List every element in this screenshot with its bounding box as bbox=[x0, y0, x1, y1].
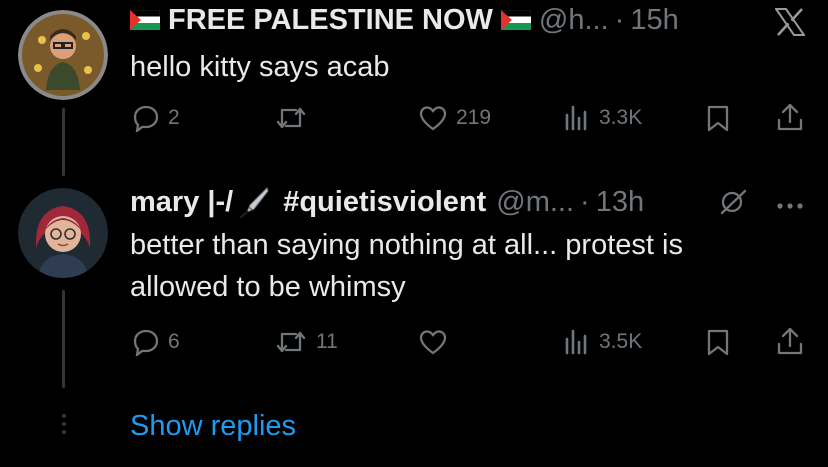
x-logo-icon[interactable] bbox=[774, 8, 806, 41]
repost-icon bbox=[276, 331, 306, 353]
tweet1-text: hello kitty says acab bbox=[130, 51, 390, 83]
pen-icon bbox=[239, 187, 269, 219]
tweet2-handle[interactable]: @m... bbox=[496, 184, 574, 220]
tweet1-separator: · bbox=[614, 4, 625, 36]
avatar-tweet1[interactable] bbox=[18, 10, 108, 100]
tweet1-like-button[interactable]: 219 bbox=[418, 104, 491, 132]
share-icon bbox=[777, 103, 803, 131]
views-icon bbox=[565, 105, 587, 131]
tweet2-separator: · bbox=[580, 186, 590, 218]
tweet1-time[interactable]: 15h bbox=[630, 2, 678, 38]
tweet2-share-button[interactable] bbox=[776, 326, 804, 361]
tweet1-handle[interactable]: @h... bbox=[539, 2, 609, 38]
like-icon bbox=[419, 106, 447, 131]
thread-line-bottom bbox=[62, 290, 65, 388]
tweet1-like-count: 219 bbox=[456, 106, 492, 129]
avatar-tweet2[interactable] bbox=[18, 188, 108, 278]
tweet1-view-count: 3.3K bbox=[599, 106, 643, 129]
grok-icon[interactable] bbox=[718, 188, 748, 221]
tweet1-reply-button[interactable]: 2 bbox=[132, 104, 180, 132]
tweet1-reply-count: 2 bbox=[168, 106, 180, 129]
tweet2-repost-count: 11 bbox=[316, 330, 338, 353]
tweet2-view-count: 3.5K bbox=[599, 330, 643, 353]
repost-icon bbox=[276, 107, 306, 129]
tweet1-share-button[interactable] bbox=[776, 102, 804, 137]
palestine-flag-icon bbox=[130, 10, 160, 30]
tweet1-views-button[interactable]: 3.3K bbox=[563, 104, 642, 132]
tweet1-bookmark-button[interactable] bbox=[706, 104, 730, 137]
tweet2-views-button[interactable]: 3.5K bbox=[563, 328, 642, 356]
tweet2-display-name[interactable]: mary |-/ bbox=[130, 184, 233, 220]
tweet1-header: FREE PALESTINE NOW @h... · 15h bbox=[130, 2, 679, 38]
more-replies-dots-icon bbox=[62, 414, 66, 438]
like-icon bbox=[419, 330, 447, 355]
tweet1-display-name[interactable]: FREE PALESTINE NOW bbox=[168, 2, 493, 38]
tweet2-bookmark-button[interactable] bbox=[706, 328, 730, 361]
tweet1-repost-button[interactable] bbox=[274, 104, 316, 132]
tweet2-time[interactable]: 13h bbox=[596, 184, 644, 220]
tweet2-reply-count: 6 bbox=[168, 330, 180, 353]
tweet2-reply-button[interactable]: 6 bbox=[132, 328, 180, 356]
tweet2-repost-button[interactable]: 11 bbox=[274, 328, 338, 356]
more-icon[interactable] bbox=[775, 198, 805, 216]
reply-icon bbox=[133, 329, 159, 356]
show-replies-link[interactable]: Show replies bbox=[130, 410, 296, 443]
tweet2-display-name-tag[interactable]: #quietisviolent bbox=[283, 184, 486, 220]
bookmark-icon bbox=[707, 105, 729, 132]
reply-icon bbox=[133, 105, 159, 132]
palestine-flag-icon bbox=[500, 10, 531, 30]
tweet2-text: better than saying nothing at all... pro… bbox=[130, 229, 683, 303]
bookmark-icon bbox=[707, 329, 729, 356]
tweet2-like-button[interactable] bbox=[418, 328, 456, 356]
share-icon bbox=[777, 327, 803, 355]
thread-line-top bbox=[62, 108, 65, 176]
tweet2-header: mary |-/ #quietisviolent @m... · 13h bbox=[130, 184, 644, 220]
views-icon bbox=[565, 329, 587, 355]
